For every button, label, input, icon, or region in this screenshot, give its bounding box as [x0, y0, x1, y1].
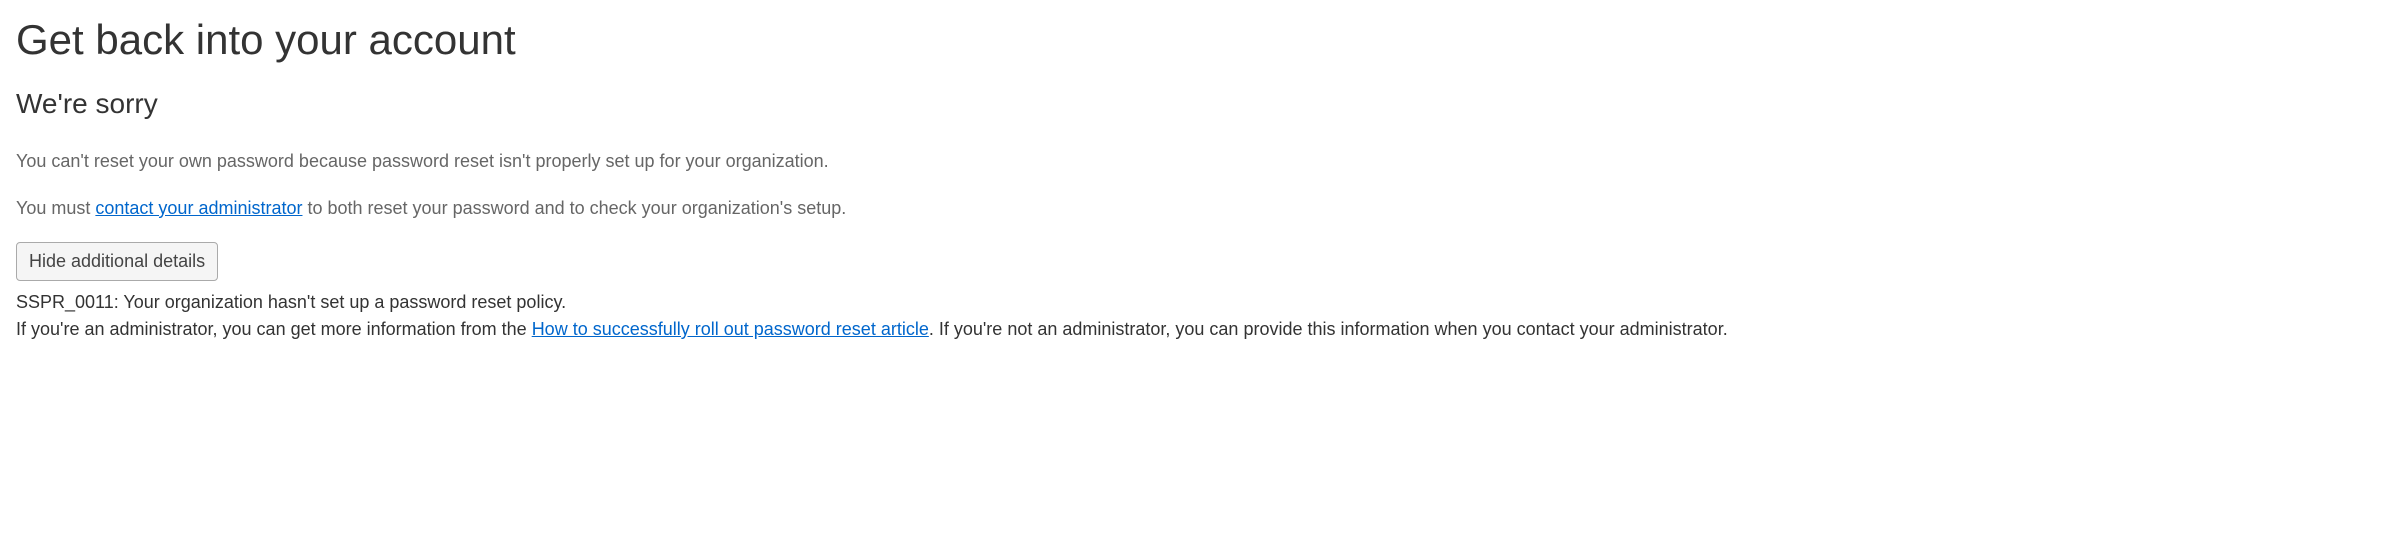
rollout-article-link[interactable]: How to successfully roll out password re… [532, 319, 929, 339]
page-title: Get back into your account [16, 16, 2390, 64]
error-code-line: SSPR_0011: Your organization hasn't set … [16, 289, 2390, 316]
message2-suffix: to both reset your password and to check… [302, 198, 846, 218]
error-message-2: You must contact your administrator to b… [16, 195, 2390, 222]
contact-administrator-link[interactable]: contact your administrator [95, 198, 302, 218]
toggle-details-button[interactable]: Hide additional details [16, 242, 218, 281]
error-message-1: You can't reset your own password becaus… [16, 148, 2390, 175]
message2-prefix: You must [16, 198, 95, 218]
page-subtitle: We're sorry [16, 88, 2390, 120]
additional-details: SSPR_0011: Your organization hasn't set … [16, 289, 2390, 343]
admin-info-suffix: . If you're not an administrator, you ca… [929, 319, 1728, 339]
admin-info-line: If you're an administrator, you can get … [16, 316, 2390, 343]
admin-info-prefix: If you're an administrator, you can get … [16, 319, 532, 339]
